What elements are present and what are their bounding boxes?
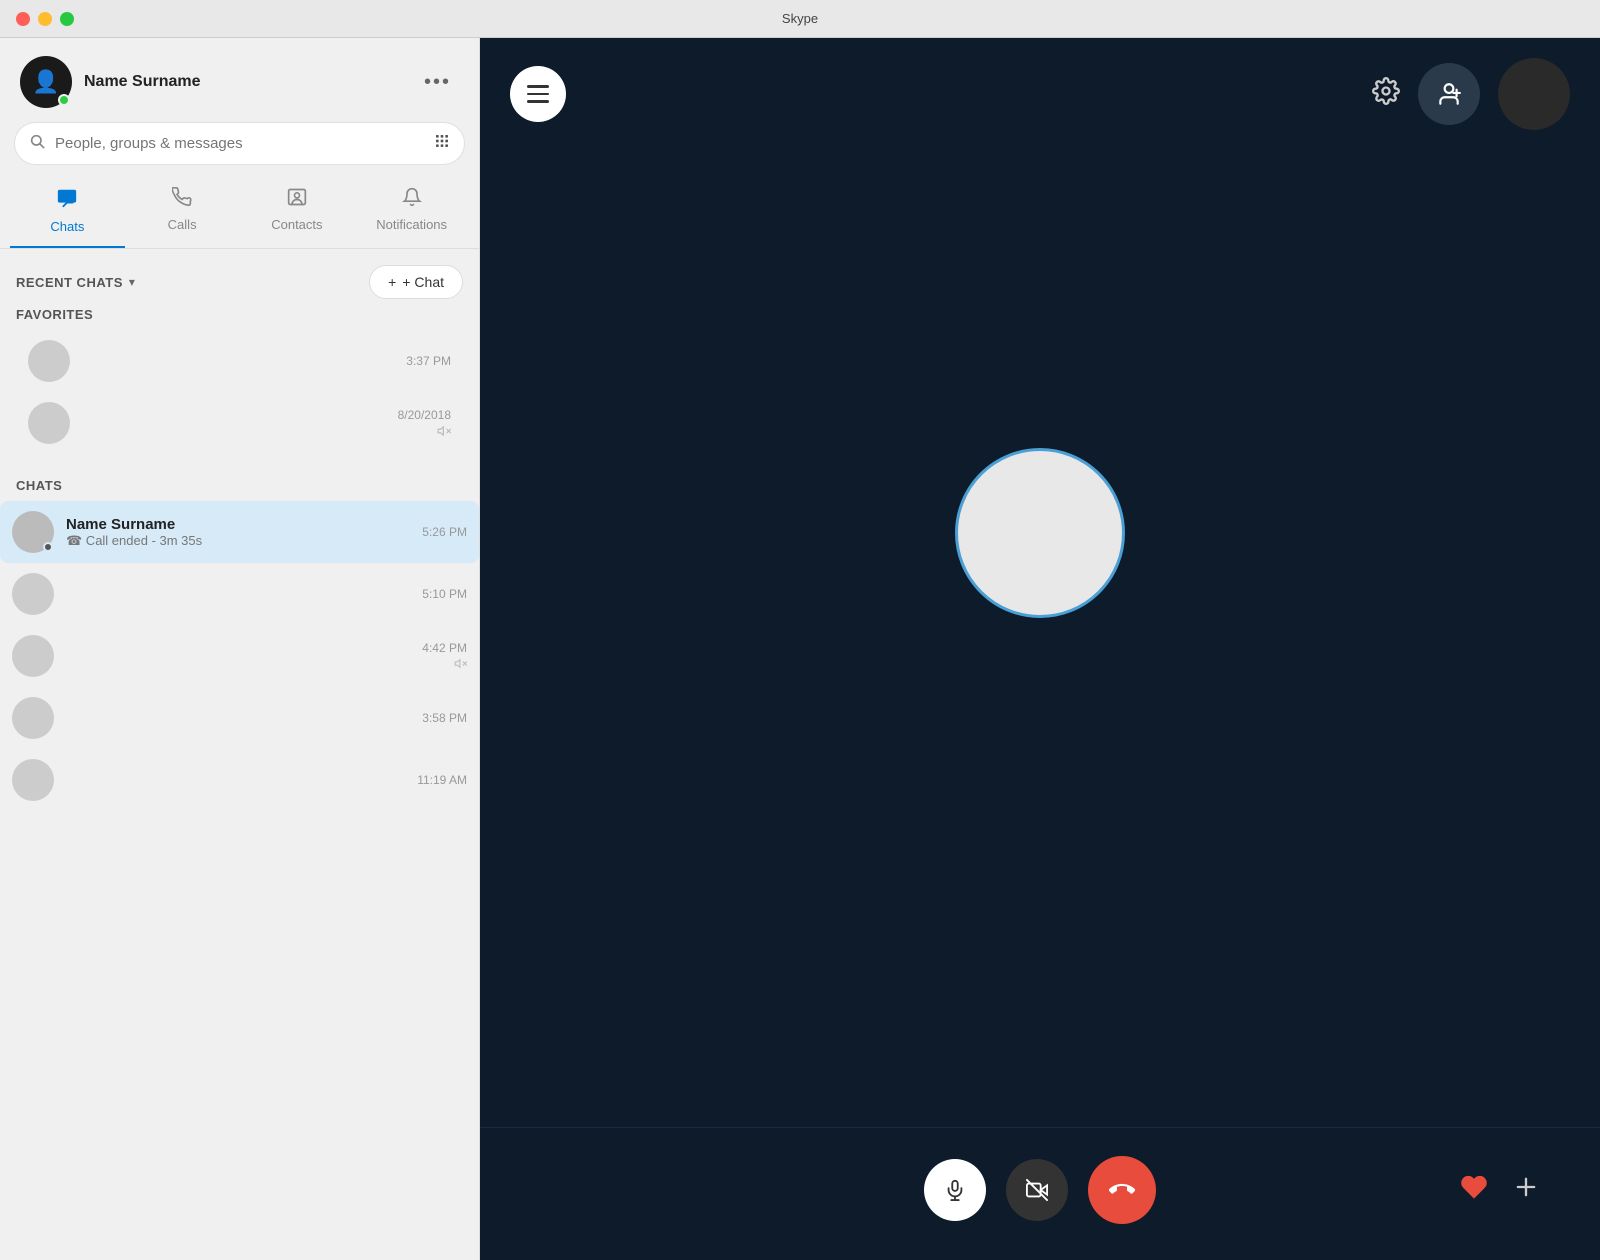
calls-icon [172, 187, 192, 213]
window-title: Skype [782, 11, 818, 26]
avatar-container: 👤 [20, 56, 72, 108]
title-bar: Skype [0, 0, 1600, 38]
contacts-icon [287, 187, 307, 213]
minimize-button[interactable] [38, 12, 52, 26]
chat-avatar-2 [12, 573, 54, 615]
tab-calls-label: Calls [168, 217, 197, 232]
tab-chats[interactable]: Chats [10, 177, 125, 248]
recent-chats-title-group[interactable]: RECENT CHATS ▾ [16, 275, 135, 290]
fav-time-2: 8/20/2018 [398, 408, 451, 422]
chat-avatar-4 [12, 697, 54, 739]
fav-time-1: 3:37 PM [406, 354, 451, 368]
call-controls-right [1460, 1172, 1540, 1209]
microphone-button[interactable] [924, 1159, 986, 1221]
more-options-button[interactable]: ••• [416, 67, 459, 98]
chat-time-1: 5:26 PM [422, 525, 467, 539]
react-button[interactable] [1460, 1173, 1488, 1208]
chat-time-5: 11:19 AM [417, 773, 467, 787]
close-button[interactable] [16, 12, 30, 26]
chats-section-header: CHATS [0, 462, 479, 501]
more-button[interactable] [1512, 1172, 1540, 1209]
tab-contacts[interactable]: Contacts [240, 177, 355, 248]
chat-avatar-3 [12, 635, 54, 677]
menu-button[interactable] [510, 66, 566, 122]
plus-icon: + [388, 274, 396, 290]
online-dot [43, 542, 53, 552]
search-bar[interactable] [14, 122, 465, 165]
profile-header: 👤 Name Surname ••• [0, 38, 479, 122]
recent-chats-header: RECENT CHATS ▾ + + Chat [0, 249, 479, 307]
call-panel [480, 38, 1600, 1260]
hamburger-icon [527, 85, 549, 88]
list-item[interactable]: 5:10 PM [0, 563, 479, 625]
tab-notifications[interactable]: Notifications [354, 177, 469, 248]
call-avatar-circle [955, 448, 1125, 618]
chat-preview-1: ☎ Call ended - 3m 35s [66, 533, 202, 549]
fav-avatar-2 [28, 402, 70, 444]
chats-icon [56, 187, 78, 215]
list-item[interactable]: 3:37 PM [16, 330, 463, 392]
search-input[interactable] [55, 135, 424, 152]
hamburger-icon [527, 93, 549, 96]
list-item[interactable]: 11:19 AM [0, 749, 479, 811]
notifications-icon [402, 187, 422, 213]
more-dots-icon: ••• [424, 71, 451, 93]
chat-time-2: 5:10 PM [422, 587, 467, 601]
recent-chats-label: RECENT CHATS [16, 275, 123, 290]
app-container: 👤 Name Surname ••• [0, 38, 1600, 1260]
window-controls[interactable] [16, 12, 74, 26]
end-call-button[interactable] [1088, 1156, 1156, 1224]
tab-notifications-label: Notifications [376, 217, 447, 232]
chat-time-4: 3:58 PM [422, 711, 467, 725]
call-center [480, 38, 1600, 1127]
profile-picture-button[interactable] [1498, 58, 1570, 130]
maximize-button[interactable] [60, 12, 74, 26]
mute-icon-2 [422, 657, 467, 673]
nav-tabs: Chats Calls Contacts [0, 177, 479, 249]
tab-calls[interactable]: Calls [125, 177, 240, 248]
list-item[interactable]: 8/20/2018 [16, 392, 463, 454]
tab-contacts-label: Contacts [271, 217, 322, 232]
search-icon [29, 133, 45, 154]
online-status-dot [58, 94, 70, 106]
favorites-title: FAVORITES [16, 307, 463, 322]
settings-button[interactable] [1372, 77, 1400, 112]
chat-avatar-5 [12, 759, 54, 801]
hamburger-icon [527, 100, 549, 103]
call-top-bar [480, 38, 1600, 150]
sidebar: 👤 Name Surname ••• [0, 38, 480, 1260]
call-controls [480, 1127, 1600, 1260]
grid-icon[interactable] [434, 133, 450, 154]
video-button[interactable] [1006, 1159, 1068, 1221]
avatar-initials: 👤 [32, 69, 59, 95]
profile-left: 👤 Name Surname [20, 56, 201, 108]
favorites-section: FAVORITES 3:37 PM [0, 307, 479, 462]
new-chat-label: + Chat [402, 274, 444, 290]
list-item[interactable]: Name Surname ☎ Call ended - 3m 35s 5:26 … [0, 501, 479, 563]
add-contact-button[interactable] [1418, 63, 1480, 125]
profile-name[interactable]: Name Surname [84, 73, 201, 91]
chevron-down-icon: ▾ [129, 275, 135, 289]
chat-time-3: 4:42 PM [422, 641, 467, 655]
chat-name-1: Name Surname [66, 516, 202, 533]
chat-avatar-1 [12, 511, 54, 553]
mute-icon [398, 424, 451, 441]
fav-avatar-1 [28, 340, 70, 382]
call-top-right [1372, 58, 1570, 130]
list-item[interactable]: 4:42 PM [0, 625, 479, 687]
tab-chats-label: Chats [50, 219, 84, 234]
new-chat-button[interactable]: + + Chat [369, 265, 463, 299]
list-item[interactable]: 3:58 PM [0, 687, 479, 749]
